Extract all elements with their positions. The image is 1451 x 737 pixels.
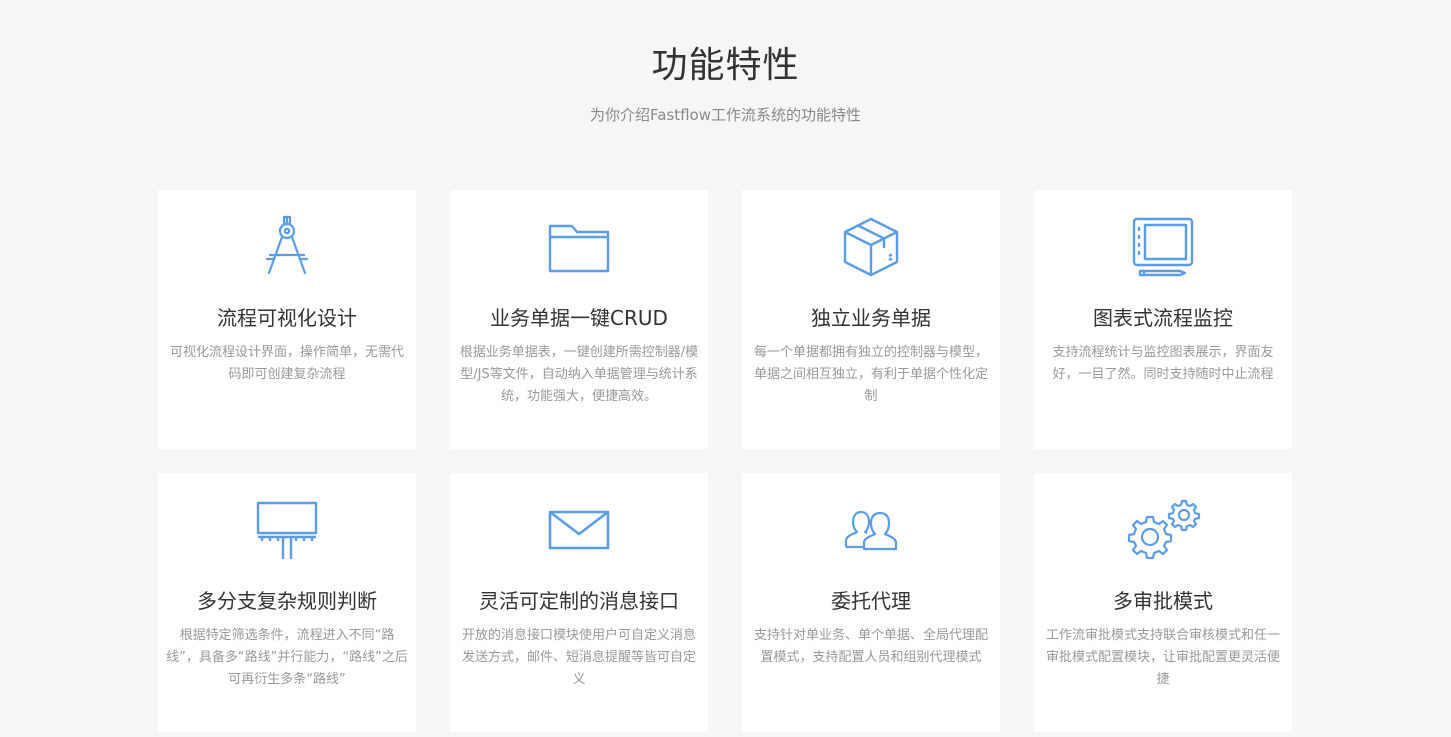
feature-grid: 流程可视化设计 可视化流程设计界面，操作简单，无需代码即可创建复杂流程 业务单据… [158,190,1294,732]
feature-card-monitoring[interactable]: 图表式流程监控 支持流程统计与监控图表展示，界面友好，一目了然。同时支持随时中止… [1034,190,1292,449]
feature-desc: 开放的消息接口模块使用户可自定义消息发送方式，邮件、短消息提醒等皆可自定义 [461,628,696,687]
feature-desc: 可视化流程设计界面，操作简单，无需代码即可创建复杂流程 [169,345,404,382]
feature-card-delegation[interactable]: 委托代理 支持针对单业务、单个单据、全局代理配置模式，支持配置人员和组别代理模式 [742,473,1000,732]
feature-title: 流程可视化设计 [217,306,357,330]
feature-title: 灵活可定制的消息接口 [479,589,679,613]
compass-icon [158,212,416,282]
feature-card-approval-modes[interactable]: 多审批模式 工作流审批模式支持联合审核模式和任一审批模式配置模块，让审批配置更灵… [1034,473,1292,732]
feature-title: 委托代理 [831,589,911,613]
feature-card-crud[interactable]: 业务单据一键CRUD 根据业务单据表，一键创建所需控制器/模型/JS等文件，自动… [450,190,708,449]
feature-card-visual-design[interactable]: 流程可视化设计 可视化流程设计界面，操作简单，无需代码即可创建复杂流程 [158,190,416,449]
section-title: 功能特性 [651,45,800,86]
feature-title: 图表式流程监控 [1093,306,1233,330]
feature-card-message-interface[interactable]: 灵活可定制的消息接口 开放的消息接口模块使用户可自定义消息发送方式，邮件、短消息… [450,473,708,732]
feature-title: 独立业务单据 [811,306,931,330]
tablet-icon [1034,212,1292,282]
feature-title: 多分支复杂规则判断 [197,589,377,613]
envelope-icon [450,495,708,565]
feature-desc: 支持流程统计与监控图表展示，界面友好，一目了然。同时支持随时中止流程 [1052,345,1274,382]
box-icon [742,212,1000,282]
feature-card-independent-docs[interactable]: 独立业务单据 每一个单据都拥有独立的控制器与模型，单据之间相互独立，有利于单据个… [742,190,1000,449]
feature-card-branch-rules[interactable]: 多分支复杂规则判断 根据特定筛选条件，流程进入不同“路线”，具备多“路线”并行能… [158,473,416,732]
feature-desc: 工作流审批模式支持联合审核模式和任一审批模式配置模块，让审批配置更灵活便捷 [1045,628,1280,687]
feature-desc: 每一个单据都拥有独立的控制器与模型，单据之间相互独立，有利于单据个性化定制 [753,345,988,404]
gears-icon [1034,495,1292,565]
feature-desc: 根据特定筛选条件，流程进入不同“路线”，具备多“路线”并行能力，“路线”之后可再… [166,628,408,687]
section-subtitle: 为你介绍Fastflow工作流系统的功能特性 [589,106,862,124]
billboard-icon [158,495,416,565]
users-icon [742,495,1000,565]
feature-title: 业务单据一键CRUD [490,306,668,330]
feature-title: 多审批模式 [1113,589,1213,613]
feature-desc: 支持针对单业务、单个单据、全局代理配置模式，支持配置人员和组别代理模式 [753,628,988,665]
feature-desc: 根据业务单据表，一键创建所需控制器/模型/JS等文件，自动纳入单据管理与统计系统… [459,345,699,404]
folder-icon [450,212,708,282]
